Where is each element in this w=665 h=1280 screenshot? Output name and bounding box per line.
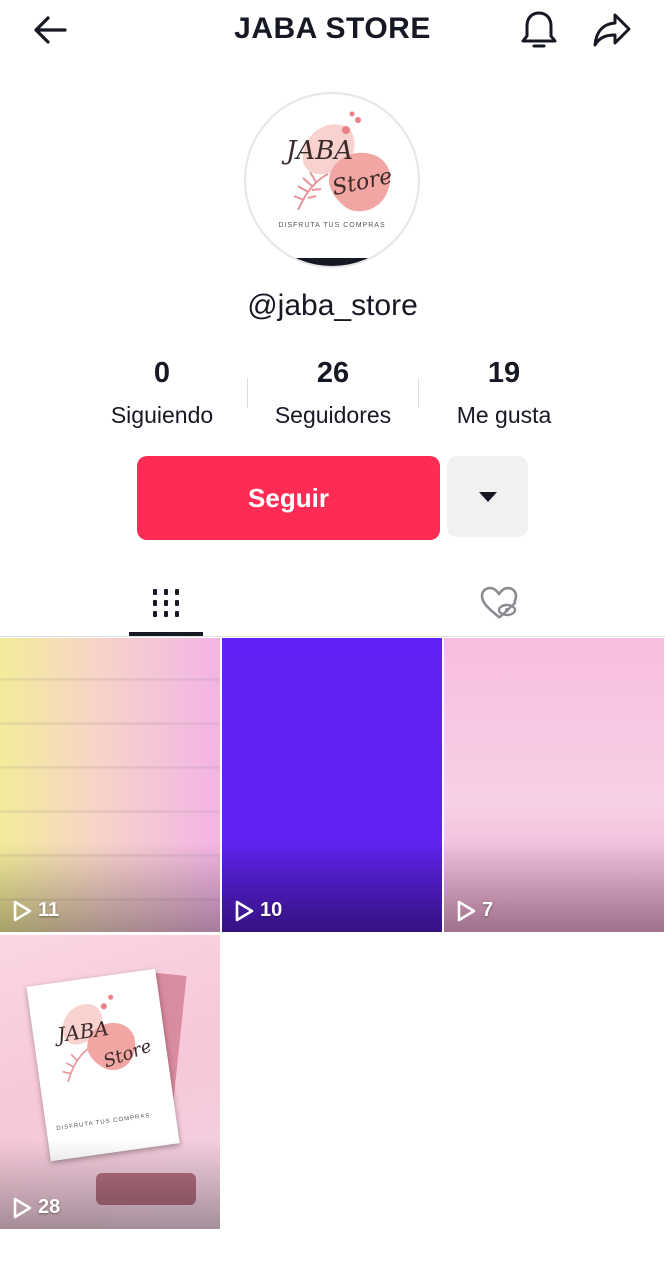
view-count-value: 7 [482,899,494,921]
stat-following-value: 0 [153,357,171,389]
stat-likes-value: 19 [487,357,521,389]
view-count-value: 28 [38,1196,61,1218]
username: @jaba_store [247,289,418,322]
play-icon [457,900,476,921]
logo-name-line1: JABA [286,136,354,166]
avatar-live-bar [292,258,372,266]
view-count: 28 [12,1196,60,1219]
logo-tagline: DISFRUTA TUS COMPRAS [278,222,386,229]
avatar[interactable]: JABA Store DISFRUTA TUS COMPRAS [244,92,420,268]
follow-button[interactable]: Seguir [137,456,440,540]
video-grid-icon [153,589,179,617]
stat-following-label: Siguiendo [110,402,214,428]
view-count: 11 [12,899,59,922]
share-arrow-icon [593,13,631,47]
suggested-accounts-button[interactable] [447,456,528,537]
view-count: 7 [456,899,493,922]
video-thumbnail[interactable]: 10 [222,638,442,932]
top-bar: JABA STORE [0,0,665,60]
logo-blob-graphic [62,994,136,1083]
view-count-value: 11 [38,899,60,921]
page-title: JABA STORE [234,12,431,45]
stat-likes-label: Me gusta [456,402,552,428]
caret-down-icon [478,491,497,502]
bell-icon [521,11,557,48]
play-icon [235,900,254,921]
share-button[interactable] [588,8,636,52]
play-icon [13,900,32,921]
video-thumbnail[interactable]: 11 [0,638,220,932]
stat-likes[interactable]: 19 Me gusta [419,354,589,432]
heart-hidden-icon [480,586,517,619]
view-count: 10 [234,899,282,922]
view-count-value: 10 [260,899,283,921]
thumbnail-logo-card: JABA Store DISFRUTA TUS COMPRAS [26,968,180,1162]
stat-following[interactable]: 0 Siguiendo [77,354,247,432]
tabs-divider [0,636,665,637]
notifications-button[interactable] [515,8,563,52]
stat-followers-value: 26 [316,357,350,389]
video-thumbnail[interactable]: JABA Store DISFRUTA TUS COMPRAS 28 [0,935,220,1229]
tab-liked-videos[interactable] [332,570,665,636]
stat-followers-label: Seguidores [274,402,392,428]
tab-videos[interactable] [0,570,332,636]
video-thumbnail[interactable]: 7 [444,638,664,932]
stat-followers[interactable]: 26 Seguidores [248,354,418,432]
play-icon [13,1197,32,1218]
